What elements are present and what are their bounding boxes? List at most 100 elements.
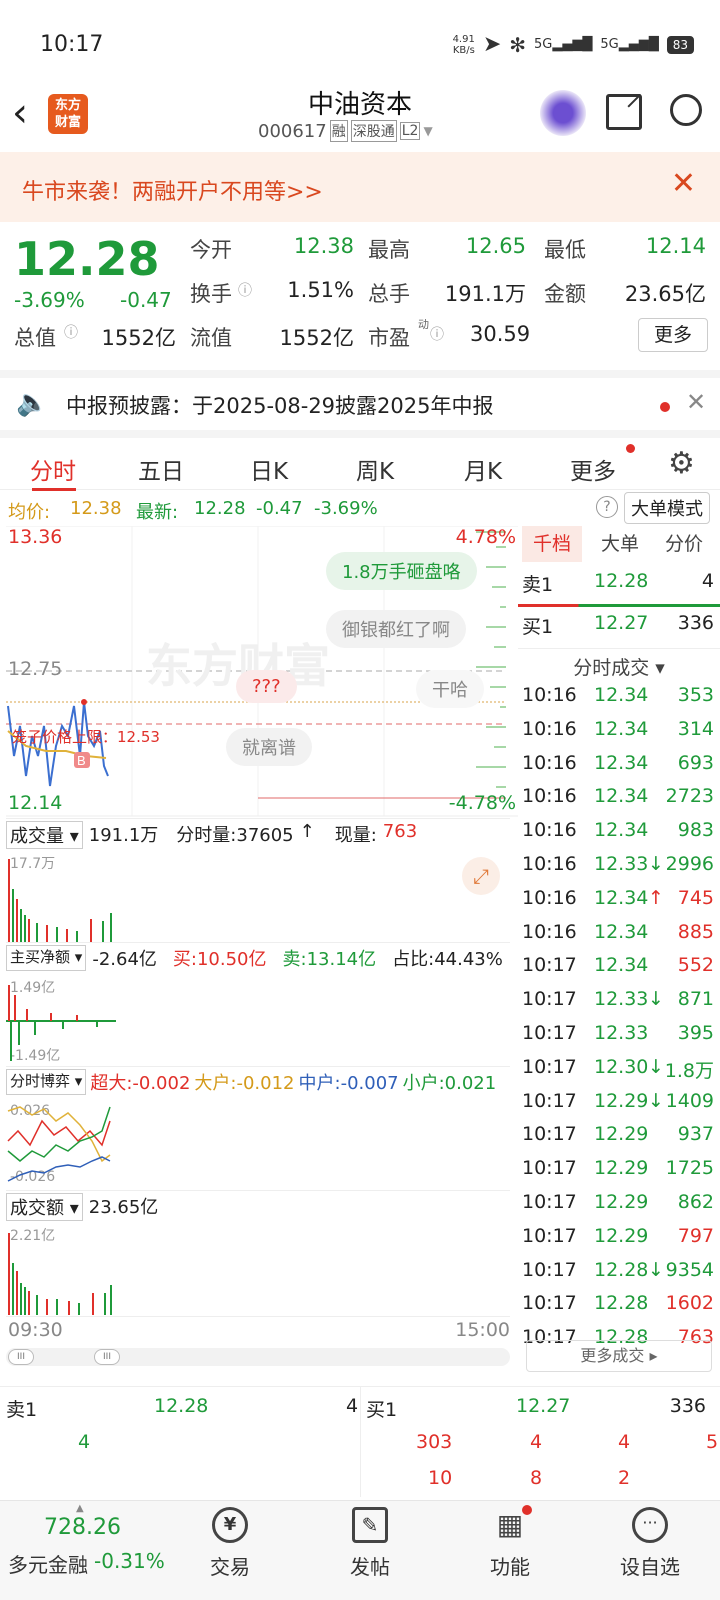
amount-panel[interactable]: 成交额 ▾ 23.65亿 2.21亿 [6, 1190, 510, 1315]
bottom-nav: ▲ 728.26 多元金融 -0.31% ¥ 交易 ✎ 发帖 ▦ 功能 ··· … [0, 1500, 720, 1600]
nav-trade[interactable]: ¥ 交易 [190, 1507, 270, 1580]
tick-time: 10:17 [522, 1258, 577, 1281]
notice-bar[interactable]: 🔈 中报预披露：于2025-08-29披露2025年中报 ✕ [0, 370, 720, 430]
share-arrow: ↗ [624, 86, 645, 114]
tab-more[interactable]: 更多 [570, 452, 616, 486]
settings-gear-icon[interactable]: ⚙ [668, 446, 695, 481]
nav-add-watchlist-label: 设自选 [620, 1555, 680, 1579]
more-ticks-button[interactable]: 更多成交 ▸ [526, 1340, 712, 1372]
tick-volume: 2723 [665, 785, 714, 808]
range-handle-left[interactable]: III [8, 1349, 34, 1365]
tick-volume: 937 [677, 1123, 714, 1146]
pe-value: 30.59 [470, 322, 531, 346]
search-icon[interactable] [670, 94, 702, 126]
tick-price: 12.34 [594, 920, 649, 943]
amount-label: 金额 [544, 282, 586, 306]
ob-buy-label: 买1 [366, 1399, 398, 1421]
amount-header: 成交额 ▾ 23.65亿 [6, 1193, 158, 1221]
tab-day-k[interactable]: 日K [250, 452, 288, 486]
right-tab-level[interactable]: 千档 [522, 526, 582, 562]
nav-post[interactable]: ✎ 发帖 [330, 1507, 410, 1580]
volume-panel[interactable]: 成交量 ▾ 191.1万 分时量:37605 ↑ 现量: 763 17.7万 ⤢ [6, 818, 510, 943]
dropdown-icon[interactable]: ▼ [423, 124, 432, 138]
float-label: 流值 [190, 326, 232, 350]
ticks-title[interactable]: 分时成交 ▾ [518, 648, 720, 680]
last-label: 最新: [136, 502, 179, 523]
notice-close-icon[interactable]: ✕ [686, 388, 706, 416]
range-handle-right[interactable]: III [94, 1349, 120, 1365]
ob-buy-queue-1: 303 [416, 1431, 453, 1453]
tick-price: 12.29 [594, 1123, 649, 1146]
index-widget[interactable]: ▲ 728.26 多元金融 -0.31% [0, 1501, 170, 1600]
ob-divider [360, 1387, 361, 1497]
bullet-comment-4[interactable]: 干哈 [416, 670, 484, 708]
nav-function[interactable]: ▦ 功能 [470, 1505, 550, 1580]
more-ticks-label: 更多成交 [580, 1346, 645, 1365]
right-tab-big[interactable]: 大单 [590, 526, 650, 562]
net-buy-value: -2.64亿 [92, 949, 157, 970]
tab-intraday[interactable]: 分时 [30, 452, 76, 486]
promo-text[interactable]: 牛市来袭！两融开户不用等>> [22, 174, 323, 206]
promo-banner[interactable]: 牛市来袭！两融开户不用等>> ✕ [0, 152, 720, 222]
bullet-comment-2[interactable]: 御银都红了啊 [326, 610, 466, 648]
info-icon[interactable]: ⓘ [64, 322, 78, 342]
tick-price: 12.34 [594, 717, 649, 740]
tick-row: 10:16 12.34 ↑ 745 [522, 887, 718, 921]
time-end: 15:00 [455, 1319, 510, 1341]
tick-time: 10:17 [522, 1224, 577, 1247]
game-selector[interactable]: 分时博弈 ▾ [6, 1069, 87, 1095]
game-panel[interactable]: 分时博弈 ▾ 超大:-0.002 大户:-0.012 中户:-0.007 小户:… [6, 1066, 510, 1190]
tick-time: 10:16 [522, 717, 577, 740]
volume-selector[interactable]: 成交量 ▾ [6, 821, 83, 849]
tick-arrow: ↓ [648, 1089, 664, 1112]
tick-volume: 797 [677, 1224, 714, 1247]
volume-minute: 分时量:37605 [176, 825, 294, 846]
tick-price: 12.29 [594, 1089, 649, 1112]
function-dot [522, 1505, 532, 1515]
game-big: 大户:-0.012 [194, 1073, 295, 1094]
notice-text[interactable]: 中报预披露：于2025-08-29披露2025年中报 [66, 390, 493, 420]
tab-active-underline [32, 488, 76, 491]
more-button[interactable]: 更多 [638, 318, 708, 352]
amount-selector[interactable]: 成交额 ▾ [6, 1193, 83, 1221]
tag-connect: 深股通 [350, 120, 397, 142]
notice-dot [660, 402, 670, 412]
ob-buy-queue-3: 4 [618, 1431, 631, 1453]
pe-info-icon[interactable]: ⓘ [430, 324, 444, 344]
tab-month-k[interactable]: 月K [464, 452, 502, 486]
intraday-chart[interactable]: B 东方财富 13.36 4.78% 12.75 笼子价格上限：12.53 12… [6, 526, 518, 1366]
tick-time: 10:16 [522, 684, 577, 706]
tick-volume: 983 [677, 819, 714, 842]
post-edit-icon: ✎ [352, 1507, 388, 1543]
big-order-mode-button[interactable]: 大单模式 [624, 492, 710, 524]
avg-value: 12.38 [70, 498, 122, 519]
tab-five-day[interactable]: 五日 [138, 452, 184, 486]
net-buy-bars [6, 985, 116, 1061]
status-time: 10:17 [40, 32, 104, 57]
range-scrollbar[interactable]: III III [6, 1348, 510, 1366]
game-label: 分时博弈 [10, 1072, 71, 1090]
turnover-value: 1.51% [287, 278, 354, 302]
tab-week-k[interactable]: 周K [356, 452, 394, 486]
status-icons: 4.91 KB/s ➤ ✻ 5G▂▄▆█ 5G▂▄▆█ 83 [453, 32, 694, 57]
nav-trade-label: 交易 [210, 1555, 250, 1579]
help-icon[interactable]: ? [596, 496, 618, 518]
expand-icon[interactable]: ⤢ [462, 857, 500, 895]
bullet-comment-3[interactable]: ??? [236, 670, 297, 703]
bullet-comment-1[interactable]: 1.8万手砸盘咯 [326, 552, 477, 590]
ob-sell-label: 卖1 [6, 1399, 38, 1421]
close-icon[interactable]: ✕ [671, 166, 696, 201]
tick-row: 10:17 12.29 1725 [522, 1157, 718, 1191]
net-buy-selector[interactable]: 主买净额 ▾ [6, 945, 87, 971]
tick-time: 10:17 [522, 1191, 577, 1213]
turnover-info-icon[interactable]: ⓘ [238, 280, 252, 300]
nav-add-watchlist[interactable]: ··· 设自选 [610, 1507, 690, 1580]
bullet-comment-5[interactable]: 就离谱 [226, 728, 312, 766]
amount-value: 23.65亿 [624, 282, 706, 306]
tick-row: 10:16 12.34 2723 [522, 785, 718, 819]
right-tab-price[interactable]: 分价 [654, 526, 714, 562]
net-buy-panel[interactable]: 主买净额 ▾ -2.64亿 买:10.50亿 卖:13.14亿 占比:44.43… [6, 942, 510, 1066]
robot-avatar-icon[interactable] [540, 90, 586, 136]
signal-icon-2: 5G▂▄▆█ [600, 37, 659, 52]
tick-row: 10:16 12.34 983 [522, 819, 718, 853]
